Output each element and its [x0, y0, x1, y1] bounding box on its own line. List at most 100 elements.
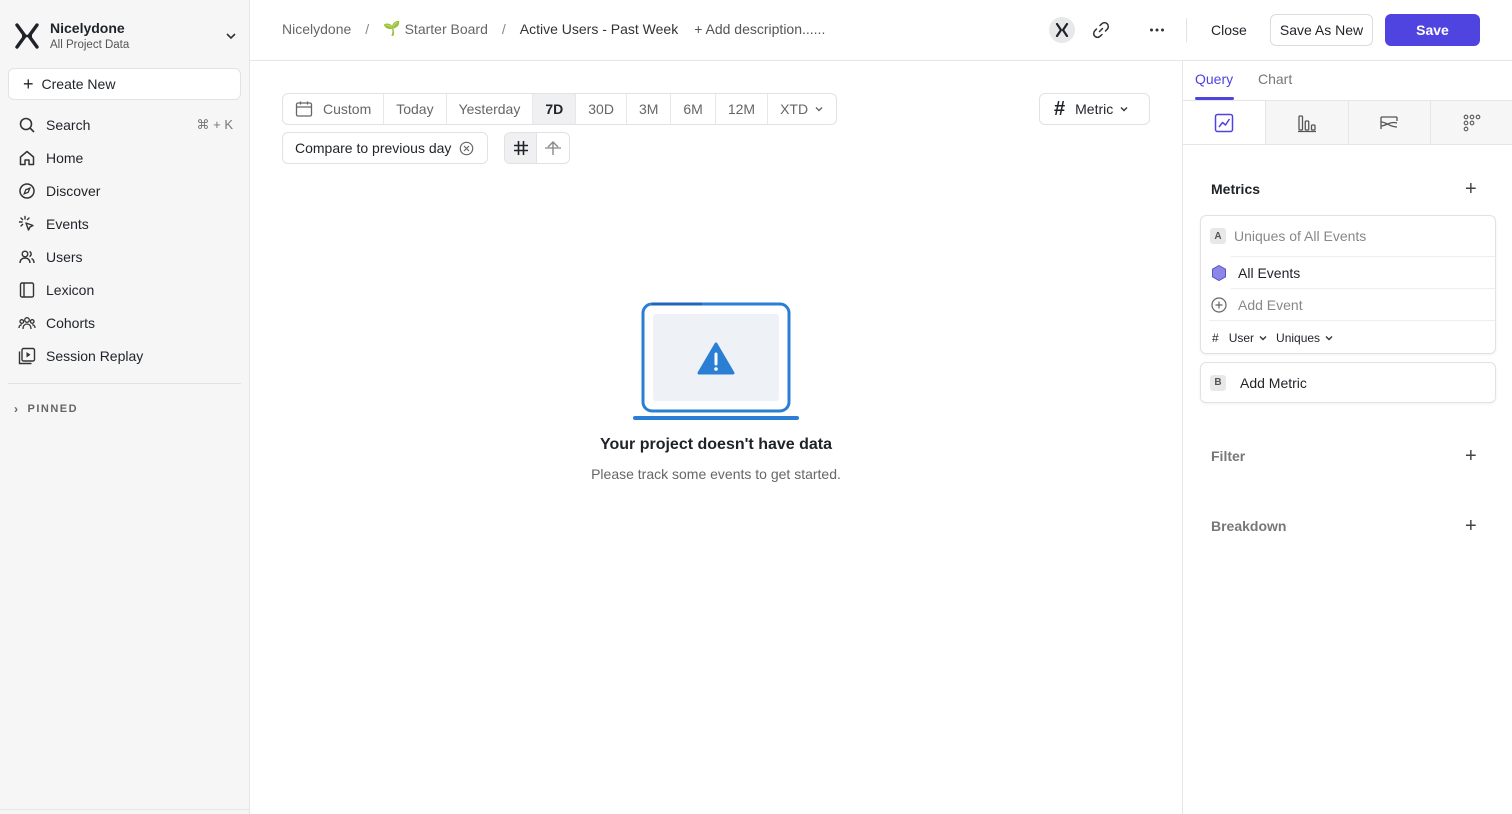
tab-chart[interactable]: Chart [1258, 71, 1292, 87]
sidebar: Nicelydone All Project Data + Create New… [0, 0, 250, 814]
toggle-percent-change-button[interactable] [537, 133, 569, 163]
plus-circle-icon [1211, 297, 1227, 313]
sidebar-item-lexicon[interactable]: Lexicon [8, 273, 241, 306]
active-tab-indicator [1195, 97, 1234, 100]
date-option-6m[interactable]: 6M [671, 94, 716, 124]
entity-dropdown-label: User [1228, 331, 1255, 345]
project-switcher[interactable]: Nicelydone All Project Data [14, 16, 238, 56]
add-breakdown-plus-icon[interactable]: + [1465, 516, 1477, 536]
date-option-12m[interactable]: 12M [716, 94, 769, 124]
date-option-3m[interactable]: 3M [627, 94, 672, 124]
display-metric-dropdown[interactable]: # Metric [1039, 93, 1150, 125]
measure-dropdown[interactable]: Uniques [1276, 331, 1334, 345]
add-metric-button[interactable]: B Add Metric [1200, 362, 1496, 403]
query-panel: Query Chart Metrics + A Uniques of All E… [1182, 61, 1512, 814]
pinned-label: PINNED [27, 403, 79, 415]
more-horizontal-icon [1150, 28, 1164, 32]
link-icon [1092, 21, 1110, 39]
cursor-click-icon [18, 215, 34, 231]
metric-a-title: Uniques of All Events [1234, 228, 1367, 244]
add-description-button[interactable]: + Add description...... [694, 21, 825, 37]
date-option-xtd-label: XTD [780, 101, 809, 117]
avatar-logo-icon [1055, 23, 1069, 37]
breadcrumb: Nicelydone / 🌱 Starter Board / Active Us… [282, 20, 825, 37]
flows-icon [1380, 115, 1399, 129]
more-options-button[interactable] [1144, 17, 1170, 43]
date-option-today[interactable]: Today [384, 94, 447, 124]
compare-chip[interactable]: Compare to previous day [282, 132, 488, 164]
create-new-button[interactable]: + Create New [8, 68, 241, 100]
chevron-right-icon: › [14, 402, 20, 416]
metric-dropdown-label: Metric [1075, 101, 1114, 117]
home-icon [19, 150, 35, 165]
hash-icon: # [1054, 97, 1066, 120]
report-title[interactable]: Active Users - Past Week [520, 21, 678, 37]
hash-icon [513, 141, 528, 155]
add-metric-plus-icon[interactable]: + [1465, 179, 1477, 199]
sidebar-item-label: Users [46, 248, 83, 265]
measure-dropdown-label: Uniques [1276, 331, 1321, 345]
save-as-new-button[interactable]: Save As New [1270, 14, 1373, 46]
report-type-retention-button[interactable] [1430, 101, 1512, 144]
entity-dropdown[interactable]: User [1229, 331, 1268, 345]
sidebar-item-label: Events [46, 215, 89, 232]
project-subtitle: All Project Data [50, 39, 130, 51]
sidebar-item-events[interactable]: Events [8, 207, 241, 240]
sidebar-item-cohorts[interactable]: Cohorts [8, 306, 241, 339]
date-option-30d[interactable]: 30D [576, 94, 627, 124]
cohorts-icon [18, 316, 36, 329]
user-avatar[interactable] [1049, 17, 1075, 43]
project-name: Nicelydone [50, 20, 125, 36]
metric-a-badge: A [1210, 228, 1226, 244]
search-shortcut: ⌘ + K [196, 116, 234, 132]
top-bar: Nicelydone / 🌱 Starter Board / Active Us… [250, 0, 1512, 61]
date-option-7d[interactable]: 7D [533, 94, 577, 124]
report-type-funnels-button[interactable] [1264, 101, 1348, 144]
add-event-button[interactable]: Add Event [1210, 296, 1303, 314]
toggle-number-button[interactable] [505, 133, 537, 163]
pinned-section-toggle[interactable]: › PINNED [14, 402, 78, 416]
copy-link-button[interactable] [1088, 17, 1114, 43]
save-button[interactable]: Save [1385, 14, 1480, 46]
sidebar-item-session-replay[interactable]: Session Replay [8, 339, 241, 372]
event-hexagon-icon [1212, 264, 1226, 282]
breadcrumb-board[interactable]: Starter Board [405, 21, 488, 37]
breadcrumb-separator: / [501, 20, 506, 37]
date-custom-button[interactable]: Custom [283, 94, 385, 124]
empty-state-subtitle: Please track some events to get started. [591, 466, 841, 482]
empty-state-title: Your project doesn't have data [600, 436, 832, 453]
sidebar-item-search[interactable]: Search ⌘ + K [8, 108, 241, 141]
compass-icon [19, 182, 35, 199]
close-button[interactable]: Close [1201, 14, 1257, 46]
book-icon [19, 281, 35, 298]
sidebar-item-label: Home [46, 149, 84, 166]
breadcrumb-root[interactable]: Nicelydone [282, 21, 351, 37]
metric-a-event-name: All Events [1238, 265, 1301, 281]
metric-card-a: A Uniques of All Events All Events Add E… [1200, 215, 1496, 354]
report-type-insights-button[interactable] [1183, 101, 1265, 144]
sidebar-item-home[interactable]: Home [8, 141, 241, 174]
clear-circle-icon[interactable] [459, 141, 474, 156]
value-type-toggle [504, 132, 570, 164]
date-range-selector: Custom Today Yesterday 7D 30D 3M 6M 12M … [282, 93, 838, 125]
create-new-label: Create New [41, 76, 116, 92]
sidebar-item-label: Session Replay [46, 347, 144, 364]
date-option-yesterday[interactable]: Yesterday [447, 94, 534, 124]
line-chart-icon [1214, 113, 1234, 132]
arrow-up-icon [545, 141, 561, 155]
tab-query[interactable]: Query [1195, 71, 1233, 87]
add-filter-plus-icon[interactable]: + [1465, 446, 1477, 466]
metric-a-aggregation: # User Uniques [1212, 331, 1342, 345]
date-option-xtd[interactable]: XTD [768, 94, 836, 124]
search-icon [19, 117, 35, 133]
sidebar-item-users[interactable]: Users [8, 240, 241, 273]
breadcrumb-separator: / [365, 20, 370, 37]
add-metric-label: Add Metric [1240, 374, 1307, 391]
report-type-flows-button[interactable] [1347, 101, 1431, 144]
sidebar-item-discover[interactable]: Discover [8, 174, 241, 207]
metric-a-event[interactable]: All Events [1210, 264, 1300, 282]
no-data-illustration [633, 302, 799, 420]
metric-card-divider [1209, 320, 1495, 321]
metric-a-header[interactable]: A Uniques of All Events [1210, 228, 1366, 244]
chevron-down-icon[interactable] [224, 29, 238, 43]
